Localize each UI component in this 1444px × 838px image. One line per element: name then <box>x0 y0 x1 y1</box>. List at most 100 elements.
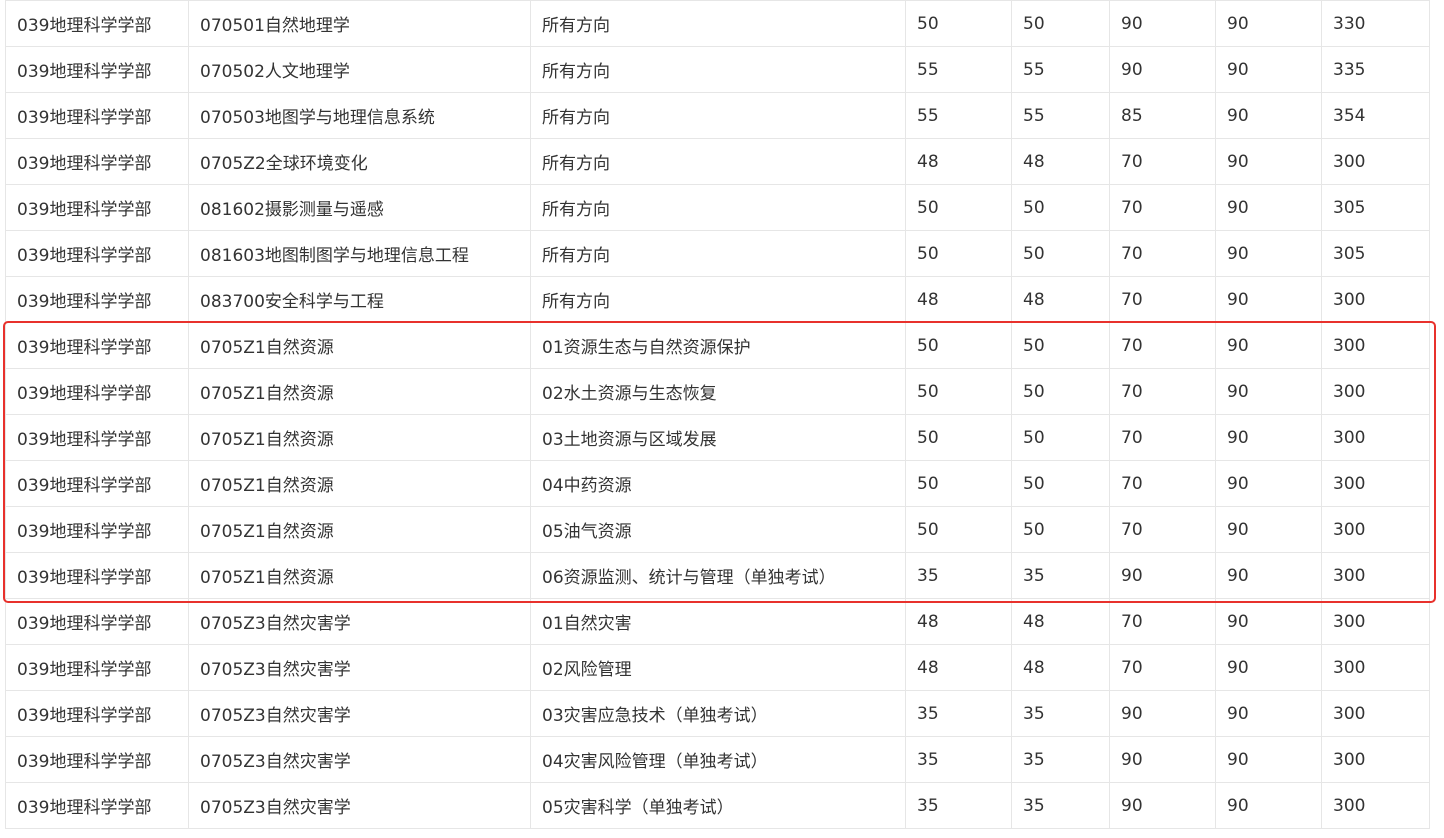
score-cell-2: 50 <box>1011 230 1110 277</box>
table-row: 039地理科学学部 0705Z1自然资源 05油气资源 50 50 70 90 300 <box>5 506 1430 553</box>
department-cell: 039地理科学学部 <box>5 598 189 645</box>
department-cell: 039地理科学学部 <box>5 414 189 461</box>
direction-cell: 06资源监测、统计与管理（单独考试） <box>530 552 906 599</box>
total-score-cell: 300 <box>1321 690 1430 737</box>
table-row: 039地理科学学部 0705Z1自然资源 03土地资源与区域发展 50 50 70 90 30… <box>5 414 1430 461</box>
major-cell: 0705Z3自然灾害学 <box>188 736 531 783</box>
direction-cell: 05灾害科学（单独考试） <box>530 782 906 829</box>
total-score-cell: 300 <box>1321 782 1430 829</box>
score-cell-3: 70 <box>1109 644 1216 691</box>
total-score-cell: 300 <box>1321 598 1430 645</box>
table-row: 039地理科学学部 070501自然地理学 所有方向 50 50 90 90 330 <box>5 0 1430 47</box>
major-cell: 081603地图制图学与地理信息工程 <box>188 230 531 277</box>
score-cell-1: 50 <box>905 506 1012 553</box>
department-cell: 039地理科学学部 <box>5 138 189 185</box>
direction-cell: 所有方向 <box>530 92 906 139</box>
table-row: 039地理科学学部 070503地图学与地理信息系统 所有方向 55 55 85 90 354 <box>5 92 1430 139</box>
total-score-cell: 305 <box>1321 184 1430 231</box>
score-table: 039地理科学学部 070501自然地理学 所有方向 50 50 90 90 330 039地理… <box>5 0 1430 829</box>
score-cell-1: 35 <box>905 690 1012 737</box>
score-cell-2: 35 <box>1011 736 1110 783</box>
table-row: 039地理科学学部 0705Z3自然灾害学 01自然灾害 48 48 70 90 300 <box>5 598 1430 645</box>
total-score-cell: 300 <box>1321 460 1430 507</box>
direction-cell: 04中药资源 <box>530 460 906 507</box>
score-cell-4: 90 <box>1215 460 1322 507</box>
major-cell: 0705Z1自然资源 <box>188 368 531 415</box>
major-cell: 083700安全科学与工程 <box>188 276 531 323</box>
score-cell-2: 35 <box>1011 690 1110 737</box>
major-cell: 0705Z1自然资源 <box>188 552 531 599</box>
department-cell: 039地理科学学部 <box>5 552 189 599</box>
score-cell-1: 48 <box>905 138 1012 185</box>
department-cell: 039地理科学学部 <box>5 92 189 139</box>
table-row: 039地理科学学部 0705Z1自然资源 02水土资源与生态恢复 50 50 70 90 30… <box>5 368 1430 415</box>
score-cell-2: 48 <box>1011 276 1110 323</box>
score-cell-3: 70 <box>1109 460 1216 507</box>
department-cell: 039地理科学学部 <box>5 782 189 829</box>
score-cell-3: 90 <box>1109 690 1216 737</box>
score-cell-4: 90 <box>1215 736 1322 783</box>
total-score-cell: 300 <box>1321 368 1430 415</box>
score-cell-2: 55 <box>1011 46 1110 93</box>
table-row: 039地理科学学部 0705Z1自然资源 04中药资源 50 50 70 90 300 <box>5 460 1430 507</box>
department-cell: 039地理科学学部 <box>5 644 189 691</box>
score-cell-4: 90 <box>1215 414 1322 461</box>
table-row: 039地理科学学部 081603地图制图学与地理信息工程 所有方向 50 50 70 90 3… <box>5 230 1430 277</box>
major-cell: 070503地图学与地理信息系统 <box>188 92 531 139</box>
score-cell-1: 50 <box>905 0 1012 47</box>
score-cell-3: 90 <box>1109 552 1216 599</box>
score-cell-4: 90 <box>1215 138 1322 185</box>
major-cell: 0705Z1自然资源 <box>188 460 531 507</box>
score-cell-4: 90 <box>1215 184 1322 231</box>
score-cell-3: 90 <box>1109 0 1216 47</box>
score-cell-3: 70 <box>1109 322 1216 369</box>
total-score-cell: 300 <box>1321 276 1430 323</box>
score-cell-3: 70 <box>1109 276 1216 323</box>
direction-cell: 所有方向 <box>530 0 906 47</box>
score-cell-4: 90 <box>1215 230 1322 277</box>
score-cell-4: 90 <box>1215 92 1322 139</box>
total-score-cell: 300 <box>1321 506 1430 553</box>
score-cell-3: 70 <box>1109 138 1216 185</box>
score-cell-2: 50 <box>1011 0 1110 47</box>
major-cell: 0705Z2全球环境变化 <box>188 138 531 185</box>
score-cell-1: 50 <box>905 230 1012 277</box>
score-cell-2: 35 <box>1011 552 1110 599</box>
major-cell: 0705Z3自然灾害学 <box>188 782 531 829</box>
major-cell: 0705Z3自然灾害学 <box>188 690 531 737</box>
major-cell: 0705Z3自然灾害学 <box>188 644 531 691</box>
score-cell-3: 90 <box>1109 736 1216 783</box>
table-row: 039地理科学学部 0705Z3自然灾害学 05灾害科学（单独考试） 35 35 90 90… <box>5 782 1430 829</box>
score-cell-2: 50 <box>1011 506 1110 553</box>
score-cell-1: 50 <box>905 460 1012 507</box>
score-cell-1: 55 <box>905 92 1012 139</box>
table-row: 039地理科学学部 0705Z3自然灾害学 03灾害应急技术（单独考试） 35 35 90… <box>5 690 1430 737</box>
score-cell-4: 90 <box>1215 644 1322 691</box>
major-cell: 070501自然地理学 <box>188 0 531 47</box>
score-cell-2: 48 <box>1011 138 1110 185</box>
table-row: 039地理科学学部 0705Z2全球环境变化 所有方向 48 48 70 90 300 <box>5 138 1430 185</box>
score-cell-1: 48 <box>905 644 1012 691</box>
score-cell-2: 50 <box>1011 322 1110 369</box>
table-body: 039地理科学学部 070501自然地理学 所有方向 50 50 90 90 330 039地理… <box>5 0 1430 829</box>
department-cell: 039地理科学学部 <box>5 46 189 93</box>
major-cell: 0705Z1自然资源 <box>188 322 531 369</box>
score-cell-1: 50 <box>905 184 1012 231</box>
total-score-cell: 300 <box>1321 322 1430 369</box>
score-cell-4: 90 <box>1215 0 1322 47</box>
score-cell-4: 90 <box>1215 690 1322 737</box>
department-cell: 039地理科学学部 <box>5 0 189 47</box>
direction-cell: 01自然灾害 <box>530 598 906 645</box>
score-cell-1: 50 <box>905 368 1012 415</box>
total-score-cell: 305 <box>1321 230 1430 277</box>
score-cell-3: 70 <box>1109 368 1216 415</box>
score-cell-2: 50 <box>1011 368 1110 415</box>
score-cell-2: 50 <box>1011 184 1110 231</box>
total-score-cell: 335 <box>1321 46 1430 93</box>
department-cell: 039地理科学学部 <box>5 368 189 415</box>
table-row: 039地理科学学部 0705Z1自然资源 06资源监测、统计与管理（单独考试） 35 3… <box>5 552 1430 599</box>
total-score-cell: 300 <box>1321 736 1430 783</box>
score-cell-2: 35 <box>1011 782 1110 829</box>
direction-cell: 03土地资源与区域发展 <box>530 414 906 461</box>
score-cell-3: 70 <box>1109 598 1216 645</box>
